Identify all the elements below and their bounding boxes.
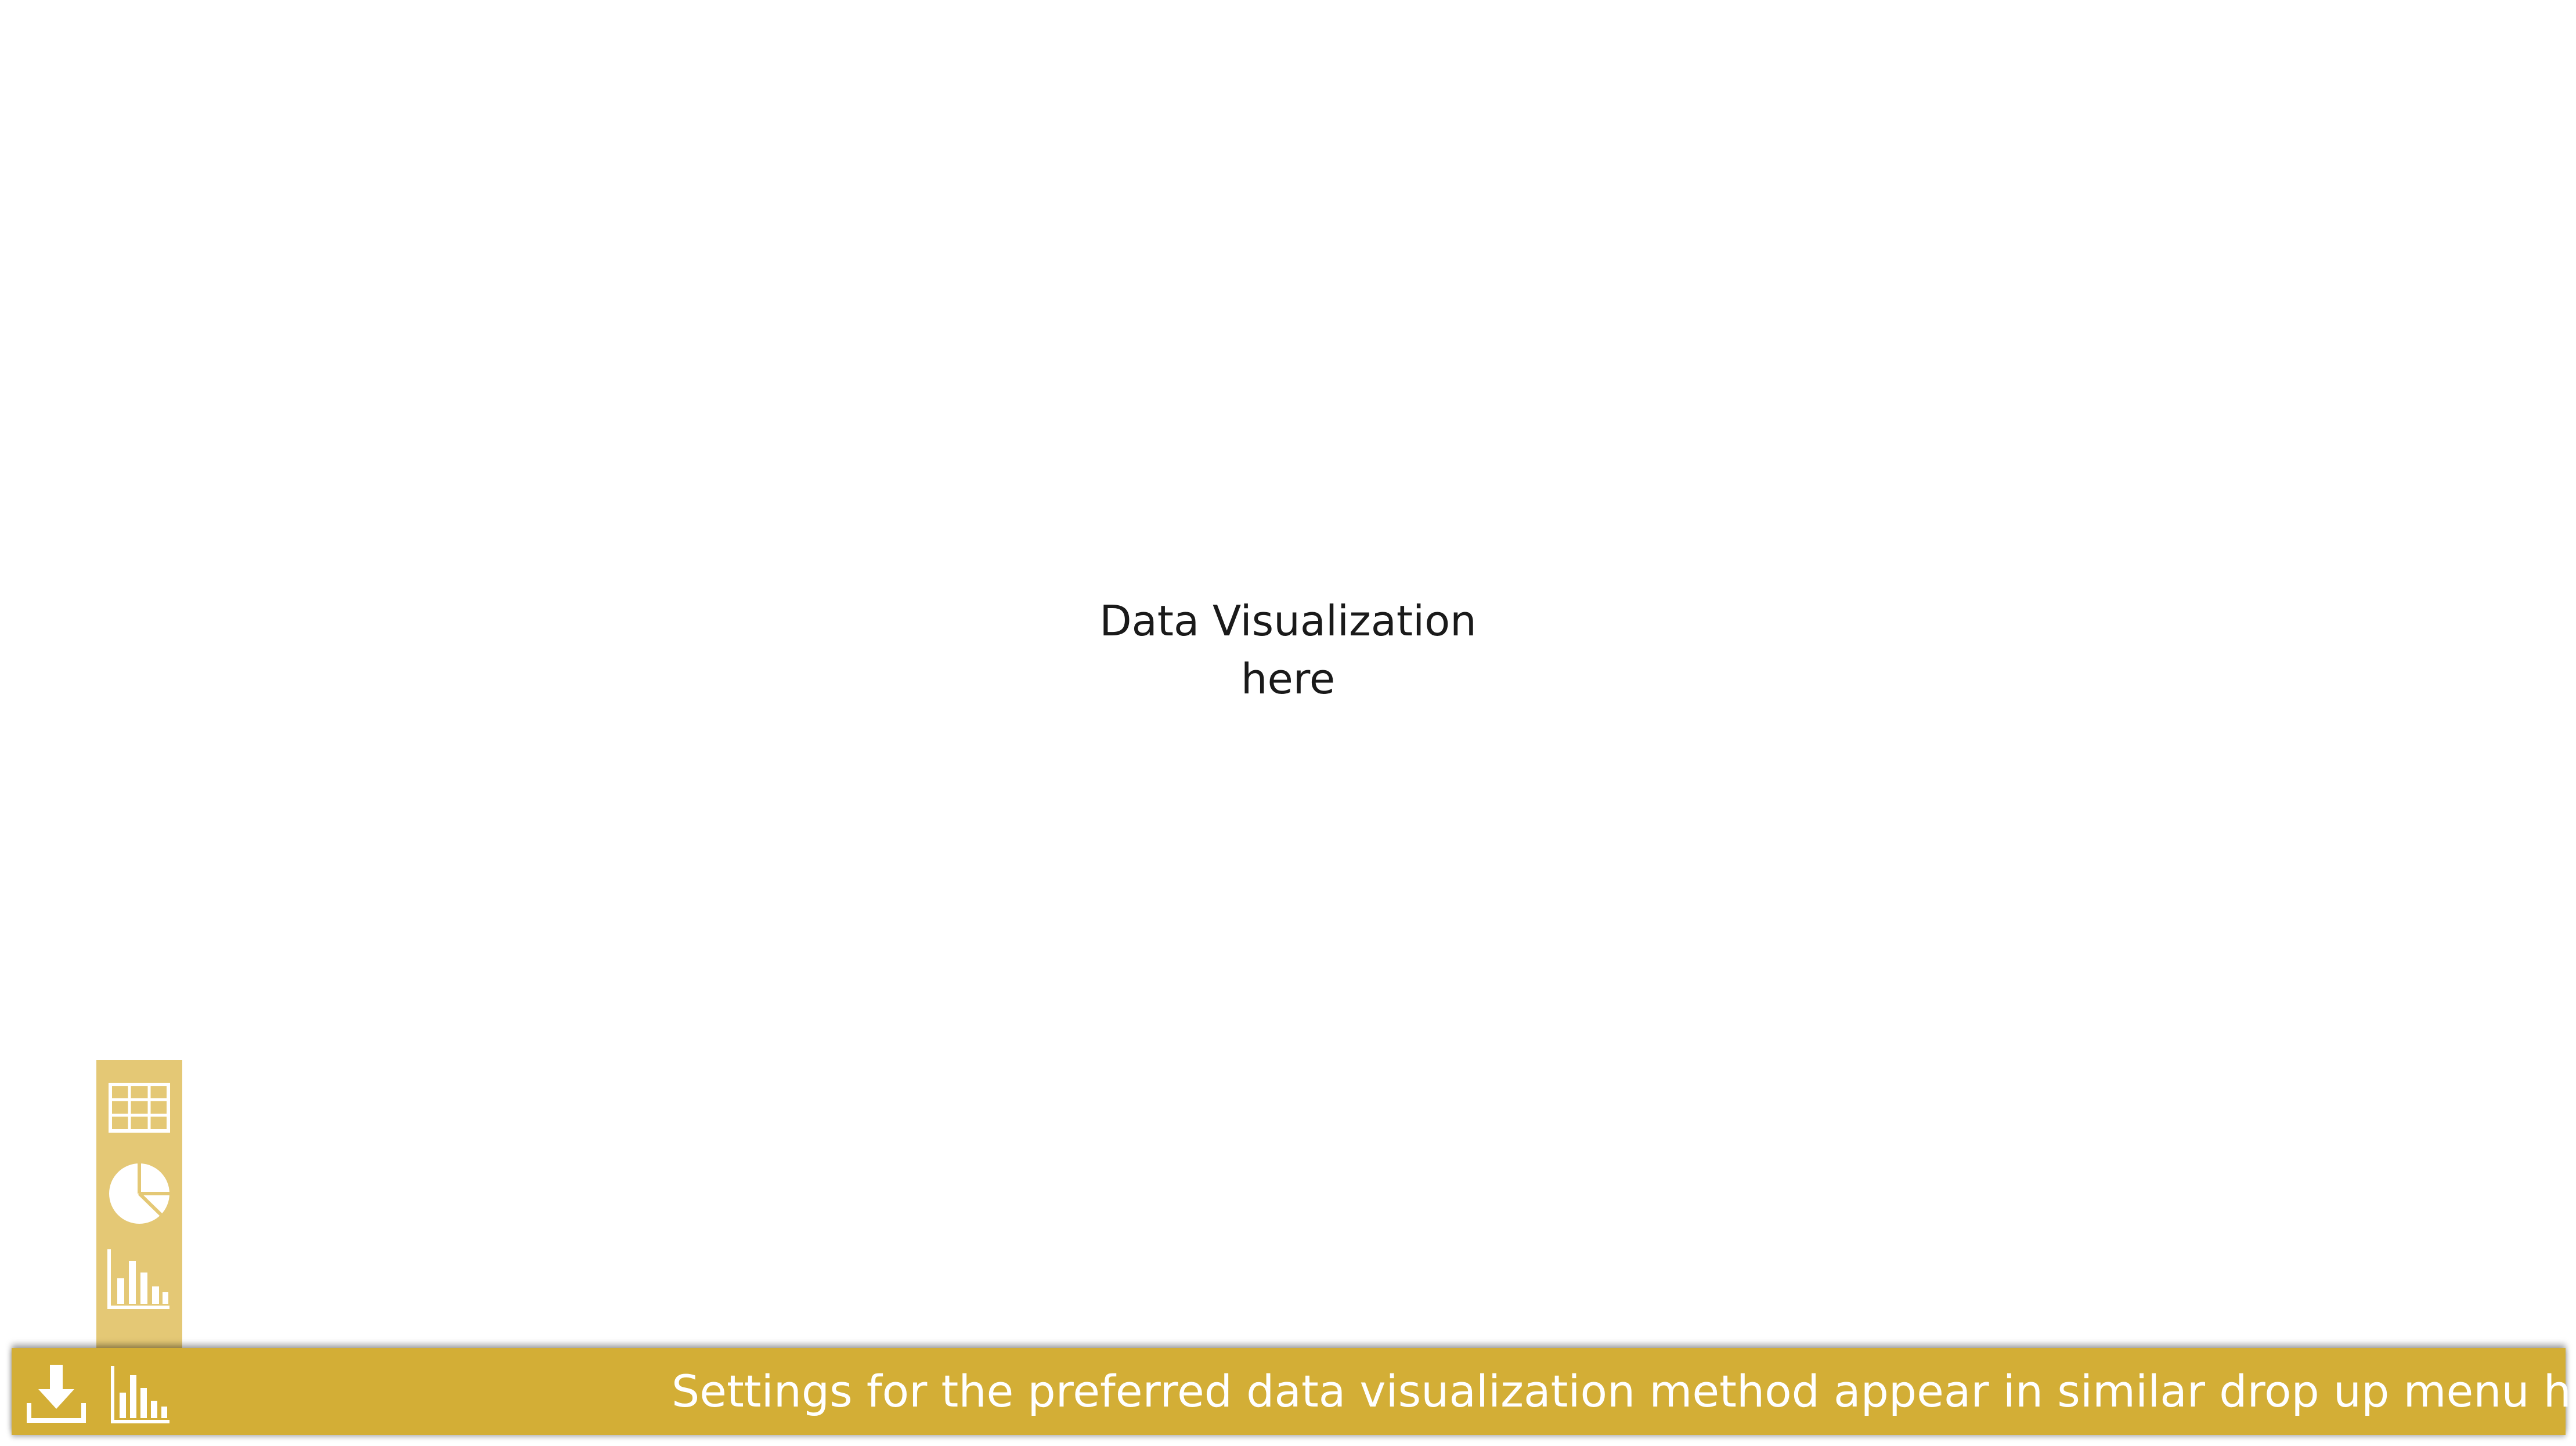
visualization-type-button[interactable] [108,1362,172,1426]
download-icon [27,1365,86,1423]
bar-chart-icon [107,1249,169,1309]
bar-chart-icon [111,1366,169,1423]
placeholder-line-2: here [1240,655,1336,703]
bottom-toolbar: Settings for the preferred data visualiz… [12,1348,2576,1435]
pie-chart-icon [109,1163,169,1224]
bar-chart-option[interactable] [104,1245,174,1314]
table-icon [109,1083,170,1133]
placeholder-line-1: Data Visualization [1099,597,1477,645]
download-button[interactable] [24,1362,88,1426]
visualization-placeholder: Data Visualization here [1056,592,1520,708]
table-option[interactable] [104,1073,174,1143]
pie-chart-option[interactable] [104,1159,174,1228]
page: Data Visualization here Settings for the… [0,0,2576,1446]
visualization-type-dropup [96,1060,182,1348]
settings-message: Settings for the preferred data visualiz… [672,1365,2576,1417]
